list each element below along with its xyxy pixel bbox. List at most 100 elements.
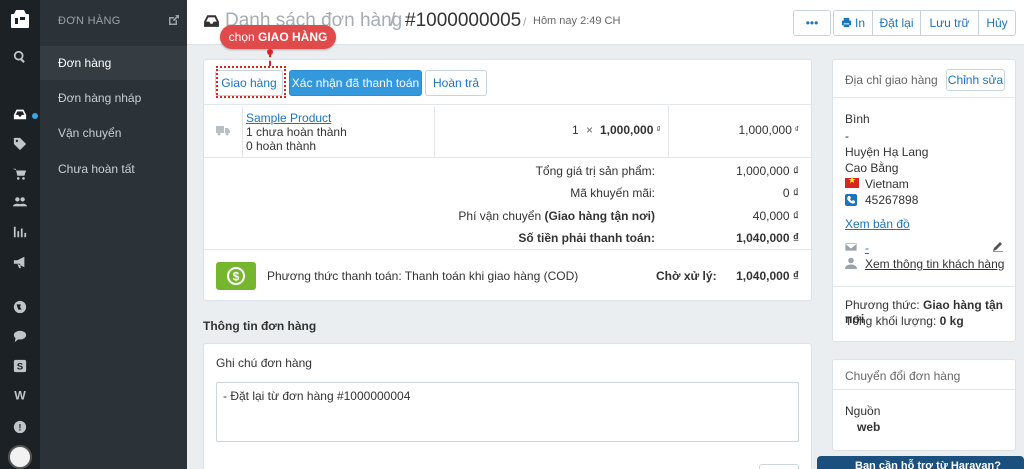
cancel-order-button[interactable]: Hủy [978,10,1016,36]
fulfillment-actions: Giao hàng Xác nhận đã thanh toán Hoàn tr… [204,60,811,105]
shipping-fee-label-text: Phí vận chuyển [458,209,545,223]
confirm-payment-button[interactable]: Xác nhận đã thanh toán [289,70,422,96]
cancel-label: Hủy [986,16,1008,30]
order-panel: Giao hàng Xác nhận đã thanh toán Hoàn tr… [203,59,812,301]
line-item-row: Sample Product 1 chưa hoàn thành 0 hoàn … [204,106,811,158]
orders-subnav: ĐƠN HÀNG Đơn hàng Đơn hàng nháp Vận chuy… [40,0,187,469]
subnav-title: ĐƠN HÀNG [58,15,121,27]
column-divider [668,106,669,157]
recipient-name: Bình [845,112,870,126]
notes-label: Ghi chú đơn hàng [216,356,312,370]
callout-pointer-line [269,52,271,66]
address-district: Huyện Hạ Lang [845,145,929,159]
summary-subtotal: Tổng giá trị sản phẩm: 1,000,000 ₫ [204,160,811,182]
callout-emphasis: GIAO HÀNG [258,30,328,44]
more-label: ••• [805,16,819,30]
support-chat-label: Bạn cần hỗ trợ từ Haravan? [855,460,1001,469]
globe-icon[interactable] [12,299,28,315]
edit-pencil-icon[interactable] [992,240,1004,252]
w-icon[interactable]: W [12,387,28,403]
print-button[interactable]: In [833,10,873,36]
chat-icon[interactable] [12,328,28,344]
divider [833,286,1015,287]
avatar[interactable] [8,445,32,469]
payment-method: Phương thức thanh toán: Thanh toán khi g… [267,269,579,283]
svg-text:$: $ [233,270,240,284]
truck-icon [216,126,230,136]
external-link-icon[interactable] [168,14,180,26]
user-icon [845,257,857,269]
svg-text:!: ! [19,423,22,433]
support-chat-bar[interactable]: Bạn cần hỗ trợ từ Haravan? [817,456,1024,469]
print-icon [841,17,852,28]
currency-symbol: ₫ [656,125,661,134]
fulfilled-count: 0 hoàn thành [246,139,317,153]
source-label: Nguồn [845,404,881,418]
item-line-total: 1,000,000 ₫ [739,123,800,137]
cart-icon[interactable] [12,166,28,182]
currency-symbol: ₫ [794,125,799,134]
summary-total: Số tiền phải thanh toán: 1,040,000 ₫ [204,227,811,249]
print-label: In [854,16,865,30]
subnav-item-incomplete[interactable]: Chưa hoàn tất [40,152,187,186]
weight-value: 0 kg [939,314,964,328]
subnav-item-orders[interactable]: Đơn hàng [40,46,187,80]
line-item-thumb [204,106,243,157]
inbox-icon[interactable] [12,106,28,122]
phone-icon [845,194,857,206]
archive-label: Lưu trữ [929,16,970,30]
shipping-address-header: Địa chỉ giao hàng Chỉnh sửa [833,60,1015,98]
discount-label: Mã khuyến mãi: [570,186,655,200]
tag-icon[interactable] [12,136,28,152]
notes-textarea[interactable]: - Đặt lại từ đơn hàng #1000000004 [216,382,799,442]
order-info-title: Thông tin đơn hàng [203,319,317,333]
column-divider [434,106,435,157]
source-value: web [857,420,881,434]
item-line-total-value: 1,000,000 [738,123,792,137]
customer-email[interactable]: - [865,241,869,255]
notes-save-button[interactable] [759,464,799,469]
archive-button[interactable]: Lưu trữ [920,10,979,36]
total-due-value: 1,040,000 ₫ [736,231,799,245]
help-icon[interactable]: ! [12,419,28,435]
cash-icon: $ [216,262,256,290]
unfulfilled-count: 1 chưa hoàn thành [246,125,347,139]
page-title: #1000000005 [405,10,522,31]
reset-button[interactable]: Đặt lại [872,10,921,36]
conversion-title: Chuyển đổi đơn hàng [845,369,961,383]
callout-prefix: chọn [228,30,255,44]
view-customer-link[interactable]: Xem thông tin khách hàng [865,257,1004,271]
subnav-item-shipping[interactable]: Vận chuyển [40,116,187,150]
reset-label: Đặt lại [879,16,914,30]
notification-dot [32,113,38,119]
order-notes-card: Ghi chú đơn hàng - Đặt lại từ đơn hàng #… [203,343,812,469]
shipping-method-label: Phương thức: [845,298,920,312]
order-timestamp: Hôm nay 2:49 CH [533,15,621,27]
bar-chart-icon[interactable] [12,224,28,240]
weight-label: Tổng khối lượng: [845,314,937,328]
breadcrumb-separator: / [390,10,396,31]
total-due-label: Số tiền phải thanh toán: [518,231,655,245]
s-icon[interactable]: S [12,358,28,374]
edit-address-button[interactable]: Chỉnh sửa [946,69,1005,91]
logo-icon[interactable] [9,8,31,30]
svg-text:W: W [14,388,26,402]
inbox-icon [203,12,220,29]
phone-number: 45267898 [865,193,919,207]
users-icon[interactable] [12,194,28,210]
view-map-link[interactable]: Xem bản đồ [845,217,910,231]
address-province: Cao Bằng [845,161,899,175]
summary-discount: Mã khuyến mãi: 0 ₫ [204,182,811,204]
refund-button[interactable]: Hoàn trả [425,70,487,96]
icon-rail: S W ! [0,0,40,469]
megaphone-icon[interactable] [12,254,28,270]
product-link[interactable]: Sample Product [246,111,331,125]
search-icon[interactable] [12,49,28,65]
shipping-fee-value: 40,000 ₫ [752,209,799,223]
times-sign: × [586,123,594,137]
more-actions-button[interactable]: ••• [793,10,831,36]
address-country: Vietnam [865,177,909,191]
shipping-method-name: (Giao hàng tận nơi) [544,209,655,223]
subnav-item-draft-orders[interactable]: Đơn hàng nháp [40,81,187,115]
payment-row: $ Phương thức thanh toán: Thanh toán khi… [204,249,811,301]
